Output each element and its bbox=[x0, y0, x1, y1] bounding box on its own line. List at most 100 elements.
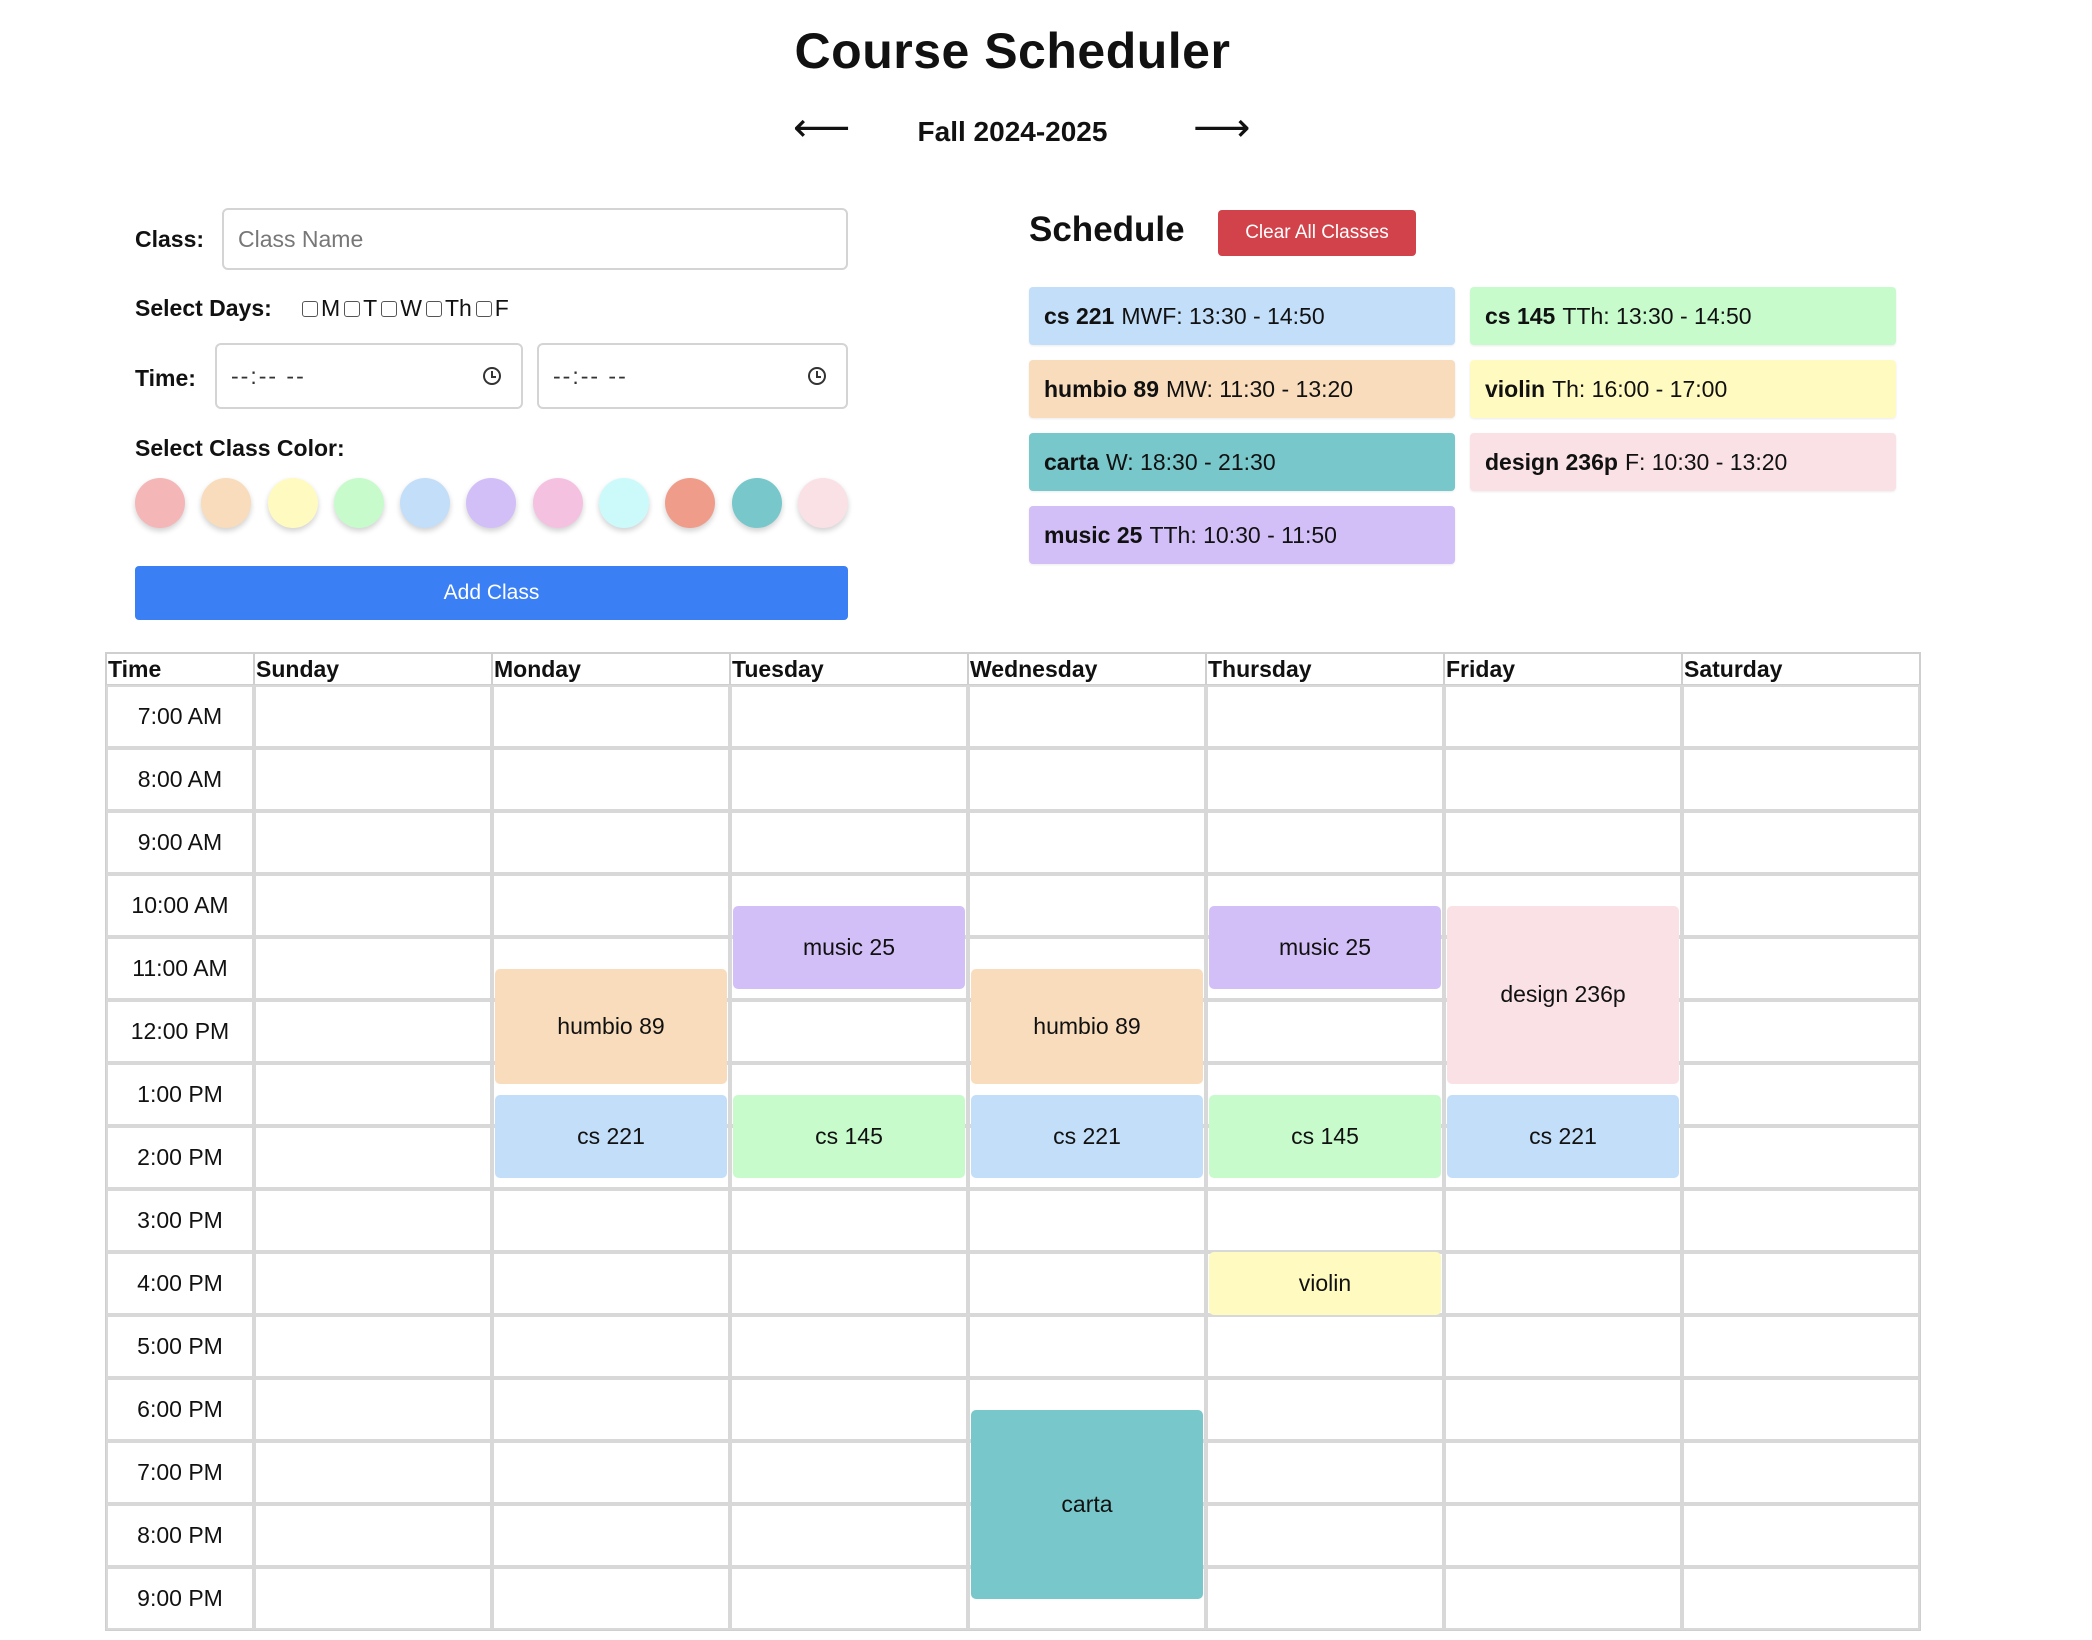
clock-icon[interactable] bbox=[808, 367, 826, 385]
color-swatch[interactable] bbox=[135, 478, 185, 528]
class-block[interactable]: cs 145 bbox=[733, 1094, 965, 1179]
class-block[interactable]: humbio 89 bbox=[495, 968, 727, 1084]
checkbox-t[interactable] bbox=[344, 300, 361, 317]
calendar-cell[interactable] bbox=[1206, 1315, 1444, 1378]
calendar-cell[interactable] bbox=[254, 1567, 492, 1630]
calendar-cell[interactable] bbox=[1444, 1378, 1682, 1441]
class-block[interactable]: cs 221 bbox=[495, 1094, 727, 1179]
calendar-cell[interactable] bbox=[730, 1252, 968, 1315]
calendar-cell[interactable] bbox=[730, 748, 968, 811]
schedule-item[interactable]: cs 221 MWF: 13:30 - 14:50 bbox=[1029, 287, 1455, 345]
calendar-cell[interactable] bbox=[968, 1315, 1206, 1378]
calendar-cell[interactable] bbox=[1682, 874, 1920, 937]
schedule-item[interactable]: design 236p F: 10:30 - 13:20 bbox=[1470, 433, 1896, 491]
calendar-cell[interactable] bbox=[1444, 1504, 1682, 1567]
calendar-cell[interactable] bbox=[1682, 811, 1920, 874]
color-swatch[interactable] bbox=[466, 478, 517, 528]
calendar-cell[interactable] bbox=[254, 811, 492, 874]
class-block[interactable]: violin bbox=[1209, 1252, 1441, 1315]
calendar-cell[interactable] bbox=[1444, 1252, 1682, 1315]
calendar-cell[interactable] bbox=[1682, 1441, 1920, 1504]
color-swatch[interactable] bbox=[333, 478, 384, 528]
calendar-cell[interactable] bbox=[730, 811, 968, 874]
calendar-cell[interactable] bbox=[492, 1315, 730, 1378]
calendar-cell[interactable] bbox=[1444, 1189, 1682, 1252]
calendar-cell[interactable] bbox=[492, 1441, 730, 1504]
calendar-cell[interactable] bbox=[254, 1441, 492, 1504]
calendar-cell[interactable] bbox=[492, 811, 730, 874]
calendar-cell[interactable] bbox=[254, 1504, 492, 1567]
calendar-cell[interactable] bbox=[968, 748, 1206, 811]
calendar-cell[interactable] bbox=[254, 748, 492, 811]
calendar-cell[interactable] bbox=[1682, 1315, 1920, 1378]
calendar-cell[interactable] bbox=[492, 874, 730, 937]
calendar-cell[interactable] bbox=[254, 937, 492, 1000]
class-name-input[interactable]: Class Name bbox=[222, 208, 848, 270]
calendar-cell[interactable] bbox=[1206, 811, 1444, 874]
calendar-cell[interactable] bbox=[254, 1189, 492, 1252]
calendar-cell[interactable] bbox=[1682, 1000, 1920, 1063]
calendar-cell[interactable] bbox=[1682, 937, 1920, 1000]
calendar-cell[interactable] bbox=[492, 1189, 730, 1252]
calendar-cell[interactable] bbox=[254, 874, 492, 937]
class-block[interactable]: carta bbox=[971, 1409, 1203, 1599]
day-checkbox-th[interactable]: Th bbox=[425, 295, 472, 322]
calendar-cell[interactable] bbox=[254, 1063, 492, 1126]
calendar-cell[interactable] bbox=[1206, 1000, 1444, 1063]
clock-icon[interactable] bbox=[483, 367, 501, 385]
calendar-cell[interactable] bbox=[1444, 685, 1682, 748]
calendar-cell[interactable] bbox=[730, 685, 968, 748]
calendar-cell[interactable] bbox=[492, 1567, 730, 1630]
schedule-item[interactable]: cs 145 TTh: 13:30 - 14:50 bbox=[1470, 287, 1896, 345]
calendar-cell[interactable] bbox=[1444, 811, 1682, 874]
class-block[interactable]: music 25 bbox=[1209, 905, 1441, 990]
calendar-cell[interactable] bbox=[730, 1378, 968, 1441]
calendar-cell[interactable] bbox=[1444, 1315, 1682, 1378]
calendar-cell[interactable] bbox=[968, 1252, 1206, 1315]
clear-all-classes-button[interactable]: Clear All Classes bbox=[1218, 210, 1416, 256]
calendar-cell[interactable] bbox=[254, 1252, 492, 1315]
calendar-cell[interactable] bbox=[492, 1252, 730, 1315]
color-swatch[interactable] bbox=[400, 478, 451, 528]
color-swatch[interactable] bbox=[731, 478, 782, 528]
calendar-cell[interactable] bbox=[1682, 1189, 1920, 1252]
checkbox-m[interactable] bbox=[302, 300, 318, 317]
schedule-item[interactable]: humbio 89 MW: 11:30 - 13:20 bbox=[1029, 360, 1455, 418]
calendar-cell[interactable] bbox=[254, 1315, 492, 1378]
calendar-cell[interactable] bbox=[968, 685, 1206, 748]
calendar-cell[interactable] bbox=[730, 1441, 968, 1504]
start-time-input[interactable]: --:-- -- bbox=[215, 343, 523, 409]
calendar-cell[interactable] bbox=[492, 1504, 730, 1567]
class-block[interactable]: cs 145 bbox=[1209, 1094, 1441, 1179]
calendar-cell[interactable] bbox=[1444, 1441, 1682, 1504]
calendar-cell[interactable] bbox=[730, 1567, 968, 1630]
calendar-cell[interactable] bbox=[1682, 1252, 1920, 1315]
calendar-cell[interactable] bbox=[492, 685, 730, 748]
calendar-cell[interactable] bbox=[254, 1126, 492, 1189]
class-block[interactable]: music 25 bbox=[733, 905, 965, 990]
calendar-cell[interactable] bbox=[254, 1378, 492, 1441]
calendar-cell[interactable] bbox=[254, 685, 492, 748]
class-block[interactable]: cs 221 bbox=[1447, 1094, 1679, 1179]
color-swatch[interactable] bbox=[267, 478, 318, 528]
calendar-cell[interactable] bbox=[1444, 748, 1682, 811]
calendar-cell[interactable] bbox=[492, 748, 730, 811]
schedule-item[interactable]: music 25 TTh: 10:30 - 11:50 bbox=[1029, 506, 1455, 564]
calendar-cell[interactable] bbox=[968, 811, 1206, 874]
color-swatch[interactable] bbox=[532, 478, 583, 528]
calendar-cell[interactable] bbox=[1682, 1126, 1920, 1189]
checkbox-f[interactable] bbox=[475, 300, 492, 317]
color-swatch[interactable] bbox=[201, 478, 252, 528]
add-class-button[interactable]: Add Class bbox=[135, 566, 848, 620]
next-term-arrow-icon[interactable]: ⟶ bbox=[1193, 108, 1250, 148]
calendar-cell[interactable] bbox=[254, 1000, 492, 1063]
schedule-item[interactable]: carta W: 18:30 - 21:30 bbox=[1029, 433, 1455, 491]
checkbox-w[interactable] bbox=[381, 300, 398, 317]
calendar-cell[interactable] bbox=[1206, 1567, 1444, 1630]
checkbox-th[interactable] bbox=[425, 300, 442, 317]
class-block[interactable]: humbio 89 bbox=[971, 968, 1203, 1084]
calendar-cell[interactable] bbox=[1682, 1567, 1920, 1630]
color-swatch[interactable] bbox=[599, 478, 650, 528]
calendar-cell[interactable] bbox=[730, 1504, 968, 1567]
calendar-cell[interactable] bbox=[1682, 1063, 1920, 1126]
